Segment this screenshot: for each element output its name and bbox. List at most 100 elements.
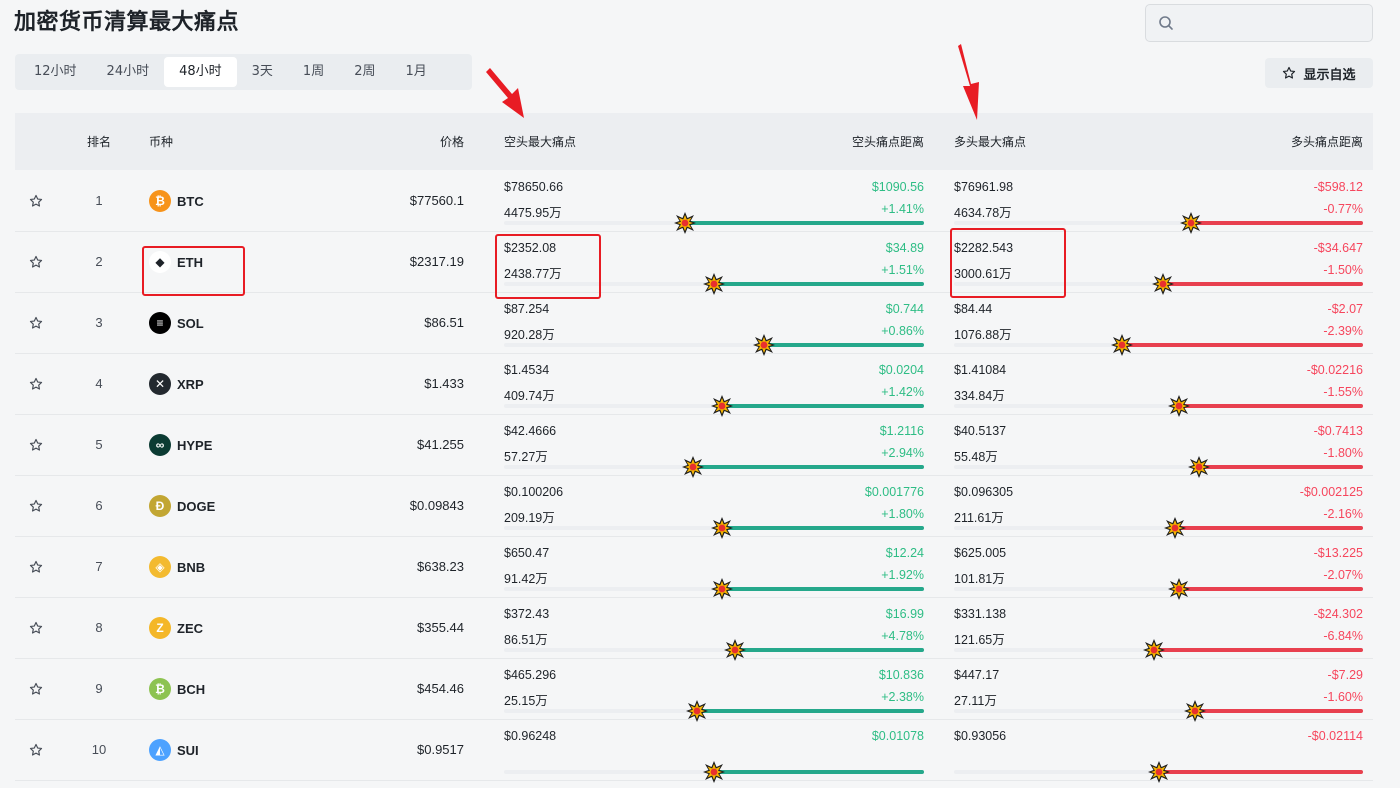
tab-24小时[interactable]: 24小时	[92, 57, 165, 87]
favorite-star-icon[interactable]	[29, 255, 43, 274]
page-title: 加密货币清算最大痛点	[14, 10, 240, 35]
ethereum-icon: ◆	[149, 251, 171, 273]
favorite-star-icon[interactable]	[29, 682, 43, 701]
price-cell: $77560.1	[409, 193, 464, 208]
price-cell: $638.23	[417, 559, 464, 574]
explosion-icon	[682, 456, 704, 478]
dogecoin-icon: Ð	[149, 495, 171, 517]
price-cell: $0.09843	[409, 498, 464, 513]
long-pain-percent: -2.16%	[1323, 507, 1363, 521]
favorite-star-icon[interactable]	[29, 560, 43, 579]
favorite-star-icon[interactable]	[29, 316, 43, 335]
long-pain-percent: -6.84%	[1323, 629, 1363, 643]
long-pain-distance: -$0.002125	[1299, 485, 1363, 499]
long-pain-percent: -1.55%	[1323, 385, 1363, 399]
short-distance-bar	[504, 212, 924, 234]
short-pain-price: $42.4666	[504, 424, 557, 438]
long-pain-percent: -1.50%	[1323, 263, 1363, 277]
short-pain-price: $372.43	[504, 607, 550, 621]
tab-2周[interactable]: 2周	[339, 57, 390, 87]
coin-cell[interactable]: ₿ BCH	[149, 678, 205, 700]
long-distance-fill	[1158, 770, 1363, 774]
coin-cell[interactable]: ◆ ETH	[149, 251, 203, 273]
long-pain-price: $625.005	[954, 546, 1007, 560]
coin-cell[interactable]: ◈ BNB	[149, 556, 205, 578]
col-long-pain[interactable]: 多头最大痛点	[954, 133, 1026, 150]
short-pain-percent: +1.41%	[881, 202, 924, 216]
explosion-icon	[703, 273, 725, 295]
explosion-icon	[1180, 212, 1203, 234]
short-distance-fill	[714, 770, 924, 774]
favorite-star-icon[interactable]	[29, 194, 43, 213]
favorite-star-icon[interactable]	[29, 743, 43, 762]
long-distance-fill	[1178, 404, 1363, 408]
explosion-icon	[1143, 639, 1166, 661]
favorite-star-icon[interactable]	[29, 438, 43, 457]
coin-cell[interactable]: ≡ SOL	[149, 312, 204, 334]
solana-icon: ≡	[149, 312, 171, 334]
short-distance-bar	[504, 639, 924, 661]
coin-cell[interactable]: ∞ HYPE	[149, 434, 212, 456]
show-favorites-button[interactable]: 显示自选	[1265, 58, 1373, 88]
long-pain-volume: 211.61万	[954, 511, 1004, 525]
explosion-icon	[1151, 273, 1174, 295]
short-distance-bar	[504, 334, 924, 356]
tab-48小时[interactable]: 48小时	[164, 57, 237, 87]
long-pain-volume: 3000.61万	[954, 267, 1012, 281]
col-price[interactable]: 价格	[440, 133, 464, 150]
short-pain-volume: 25.15万	[504, 694, 548, 708]
col-long-distance[interactable]: 多头痛点距离	[1291, 133, 1363, 150]
col-short-distance[interactable]: 空头痛点距离	[852, 133, 924, 150]
tab-12小时[interactable]: 12小时	[19, 57, 92, 87]
table-header: 排名 币种 价格 空头最大痛点 空头痛点距离 多头最大痛点 多头痛点距离	[15, 113, 1373, 170]
coin-cell[interactable]: ◭ SUI	[149, 739, 199, 761]
tab-3天[interactable]: 3天	[237, 57, 288, 87]
col-rank[interactable]: 排名	[87, 133, 111, 150]
short-distance-fill	[693, 465, 924, 469]
short-distance-fill	[697, 709, 924, 713]
tab-1周[interactable]: 1周	[288, 57, 339, 87]
short-pain-distance: $0.001776	[864, 485, 924, 499]
price-cell: $2317.19	[409, 254, 464, 269]
short-distance-fill	[722, 587, 924, 591]
short-pain-price: $0.96248	[504, 729, 557, 743]
long-distance-fill	[1195, 709, 1363, 713]
col-short-pain[interactable]: 空头最大痛点	[504, 133, 576, 150]
coin-cell[interactable]: Ð DOGE	[149, 495, 215, 517]
favorite-star-icon[interactable]	[29, 621, 43, 640]
long-pain-price: $76961.98	[954, 180, 1014, 194]
short-pain-volume: 57.27万	[504, 450, 548, 464]
explosion-icon	[711, 517, 734, 539]
price-cell: $355.44	[417, 620, 464, 635]
long-pain-distance: -$34.647	[1313, 241, 1363, 255]
short-distance-fill	[764, 343, 924, 347]
favorite-star-icon[interactable]	[29, 499, 43, 518]
zcash-icon: Z	[149, 617, 171, 639]
short-pain-distance: $34.89	[885, 241, 924, 255]
long-distance-bar	[954, 700, 1363, 722]
explosion-icon	[1167, 395, 1190, 417]
coin-symbol: BNB	[177, 559, 206, 575]
short-pain-volume: 409.74万	[504, 389, 555, 403]
long-pain-percent: -0.77%	[1323, 202, 1363, 216]
xrp-icon: ✕	[149, 373, 171, 395]
short-distance-fill	[684, 221, 924, 225]
tab-1月[interactable]: 1月	[390, 57, 441, 87]
rank-cell: 1	[95, 193, 103, 208]
price-cell: $454.46	[417, 681, 464, 696]
price-cell: $41.255	[417, 437, 464, 452]
rank-cell: 8	[95, 620, 103, 635]
favorite-star-icon[interactable]	[29, 377, 43, 396]
short-pain-distance: $0.0204	[878, 363, 924, 377]
short-pain-percent: +1.42%	[881, 385, 924, 399]
short-distance-bar	[504, 700, 924, 722]
coin-cell[interactable]: Z ZEC	[149, 617, 203, 639]
coin-cell[interactable]: ✕ XRP	[149, 373, 204, 395]
bnb-icon: ◈	[149, 556, 171, 578]
col-coin[interactable]: 币种	[149, 133, 173, 150]
short-pain-percent: +1.51%	[881, 263, 924, 277]
coin-cell[interactable]: ₿ BTC	[149, 190, 204, 212]
search-input[interactable]	[1145, 4, 1373, 42]
long-pain-volume: 334.84万	[954, 389, 1005, 403]
short-distance-fill	[735, 648, 924, 652]
